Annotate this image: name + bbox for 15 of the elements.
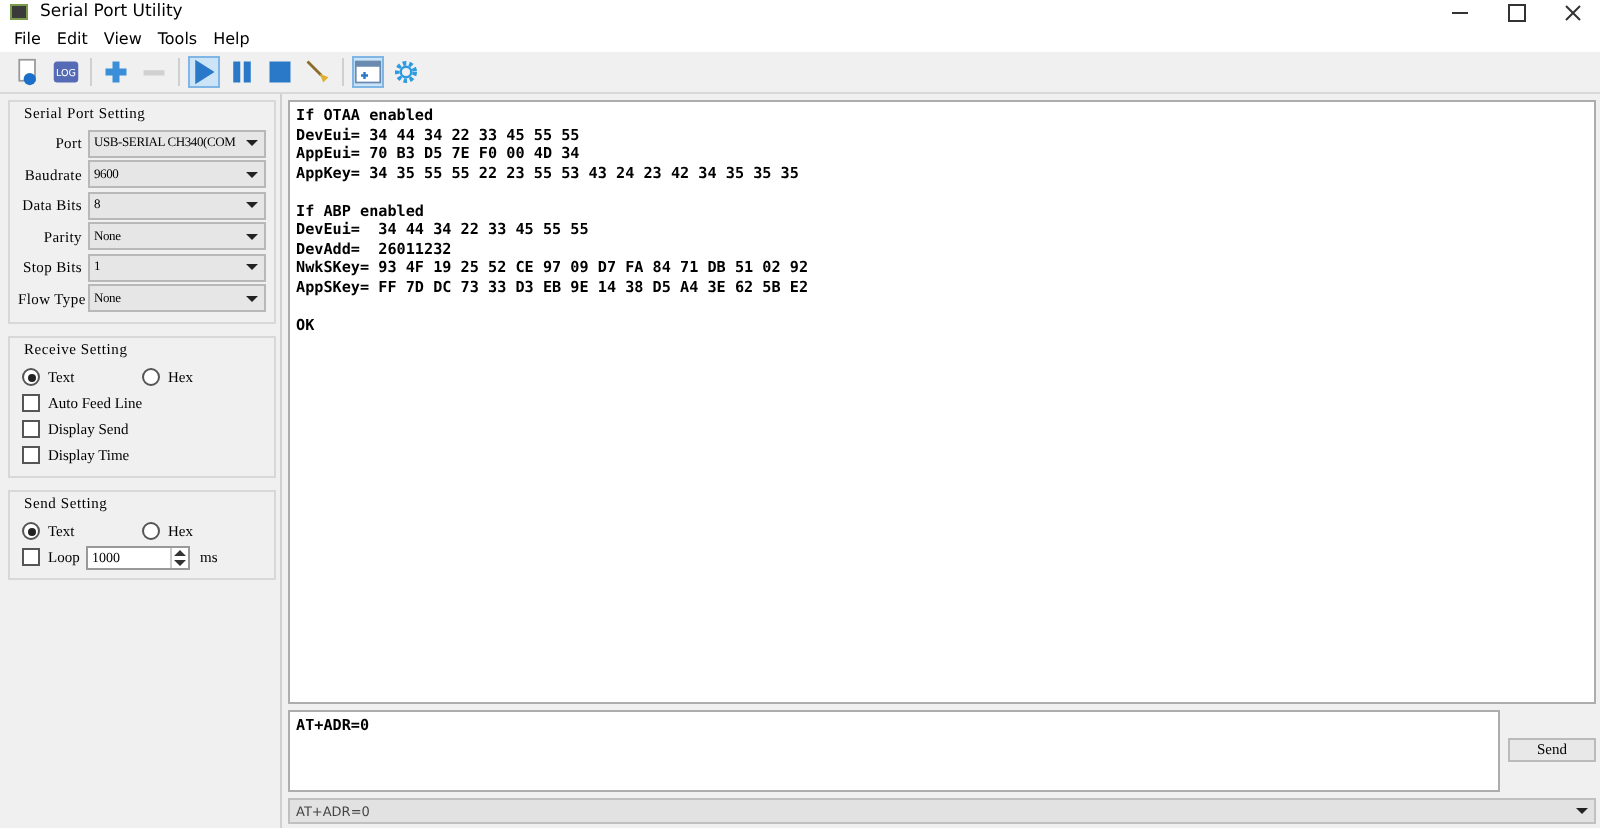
broom-icon[interactable] — [302, 56, 334, 88]
window-add-icon[interactable] — [352, 56, 384, 88]
spin-arrows-icon[interactable] — [170, 547, 188, 567]
play-icon[interactable] — [188, 56, 220, 88]
menu-item[interactable]: File — [6, 29, 49, 47]
stop-icon[interactable] — [264, 56, 296, 88]
window-title: Serial Port Utility — [40, 2, 183, 22]
menu-item[interactable]: View — [95, 29, 150, 47]
add-icon[interactable] — [100, 56, 132, 88]
app-icon — [10, 4, 28, 20]
settings-icon[interactable] — [390, 56, 422, 88]
menu-item[interactable]: Tools — [149, 29, 206, 47]
close-icon — [1563, 3, 1581, 21]
menu-item[interactable]: Help — [205, 29, 258, 47]
menu-item[interactable]: Edit — [48, 29, 96, 47]
